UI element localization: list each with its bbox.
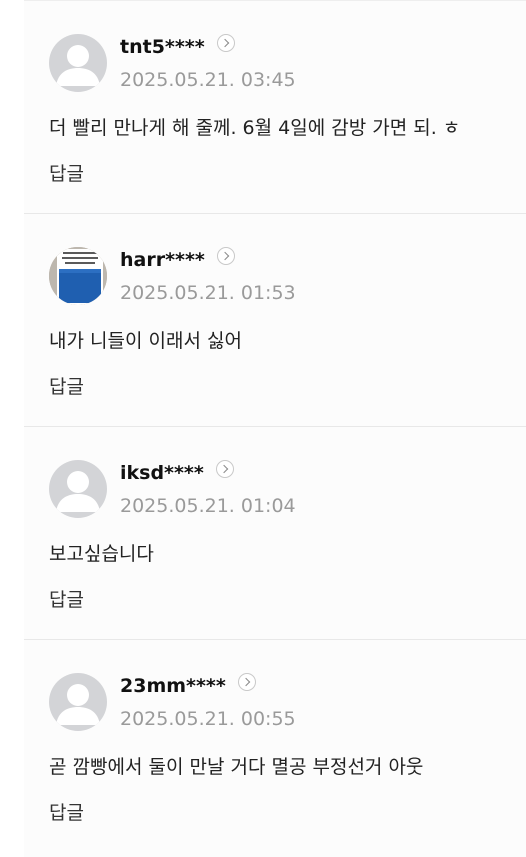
profile-arrow-icon[interactable] bbox=[216, 34, 235, 52]
default-avatar-icon[interactable] bbox=[49, 34, 107, 92]
comment-list: tnt5**** 2025.05.21. 03:45 더 빨리 만나게 해 줄께… bbox=[24, 0, 526, 857]
book-cover-avatar[interactable] bbox=[49, 247, 107, 305]
reply-button[interactable]: 답글 bbox=[49, 159, 84, 186]
comment-author[interactable]: iksd**** bbox=[120, 460, 234, 484]
profile-arrow-icon[interactable] bbox=[216, 247, 235, 265]
comment-item: 23mm**** 2025.05.21. 00:55 곧 깜빵에서 둘이 만날 … bbox=[24, 640, 526, 853]
default-avatar-icon[interactable] bbox=[49, 460, 107, 518]
comment-author[interactable]: harr**** bbox=[120, 247, 235, 271]
default-avatar-icon[interactable] bbox=[49, 673, 107, 731]
comment-text: 내가 니들이 이래서 싫어 bbox=[49, 330, 242, 352]
comment-author[interactable]: tnt5**** bbox=[120, 34, 235, 58]
comment-date: 2025.05.21. 00:55 bbox=[120, 708, 296, 730]
profile-arrow-icon[interactable] bbox=[237, 673, 256, 691]
comment-date: 2025.05.21. 01:53 bbox=[120, 282, 296, 304]
comment-date: 2025.05.21. 03:45 bbox=[120, 69, 296, 91]
comment-item: tnt5**** 2025.05.21. 03:45 더 빨리 만나게 해 줄께… bbox=[24, 1, 526, 214]
comment-text: 곧 깜빵에서 둘이 만날 거다 멸공 부정선거 아웃 bbox=[49, 756, 424, 778]
comment-text: 보고싶습니다 bbox=[49, 543, 154, 565]
comment-item: iksd**** 2025.05.21. 01:04 보고싶습니다 답글 bbox=[24, 427, 526, 640]
comment-author[interactable]: 23mm**** bbox=[120, 673, 256, 697]
reply-button[interactable]: 답글 bbox=[49, 372, 84, 399]
comment-item: harr**** 2025.05.21. 01:53 내가 니들이 이래서 싫어… bbox=[24, 214, 526, 427]
comment-date: 2025.05.21. 01:04 bbox=[120, 495, 296, 517]
reply-button[interactable]: 답글 bbox=[49, 798, 84, 825]
reply-button[interactable]: 답글 bbox=[49, 585, 84, 612]
comment-text: 더 빨리 만나게 해 줄께. 6월 4일에 감방 가면 되. ㅎ bbox=[49, 117, 461, 139]
profile-arrow-icon[interactable] bbox=[215, 460, 234, 478]
